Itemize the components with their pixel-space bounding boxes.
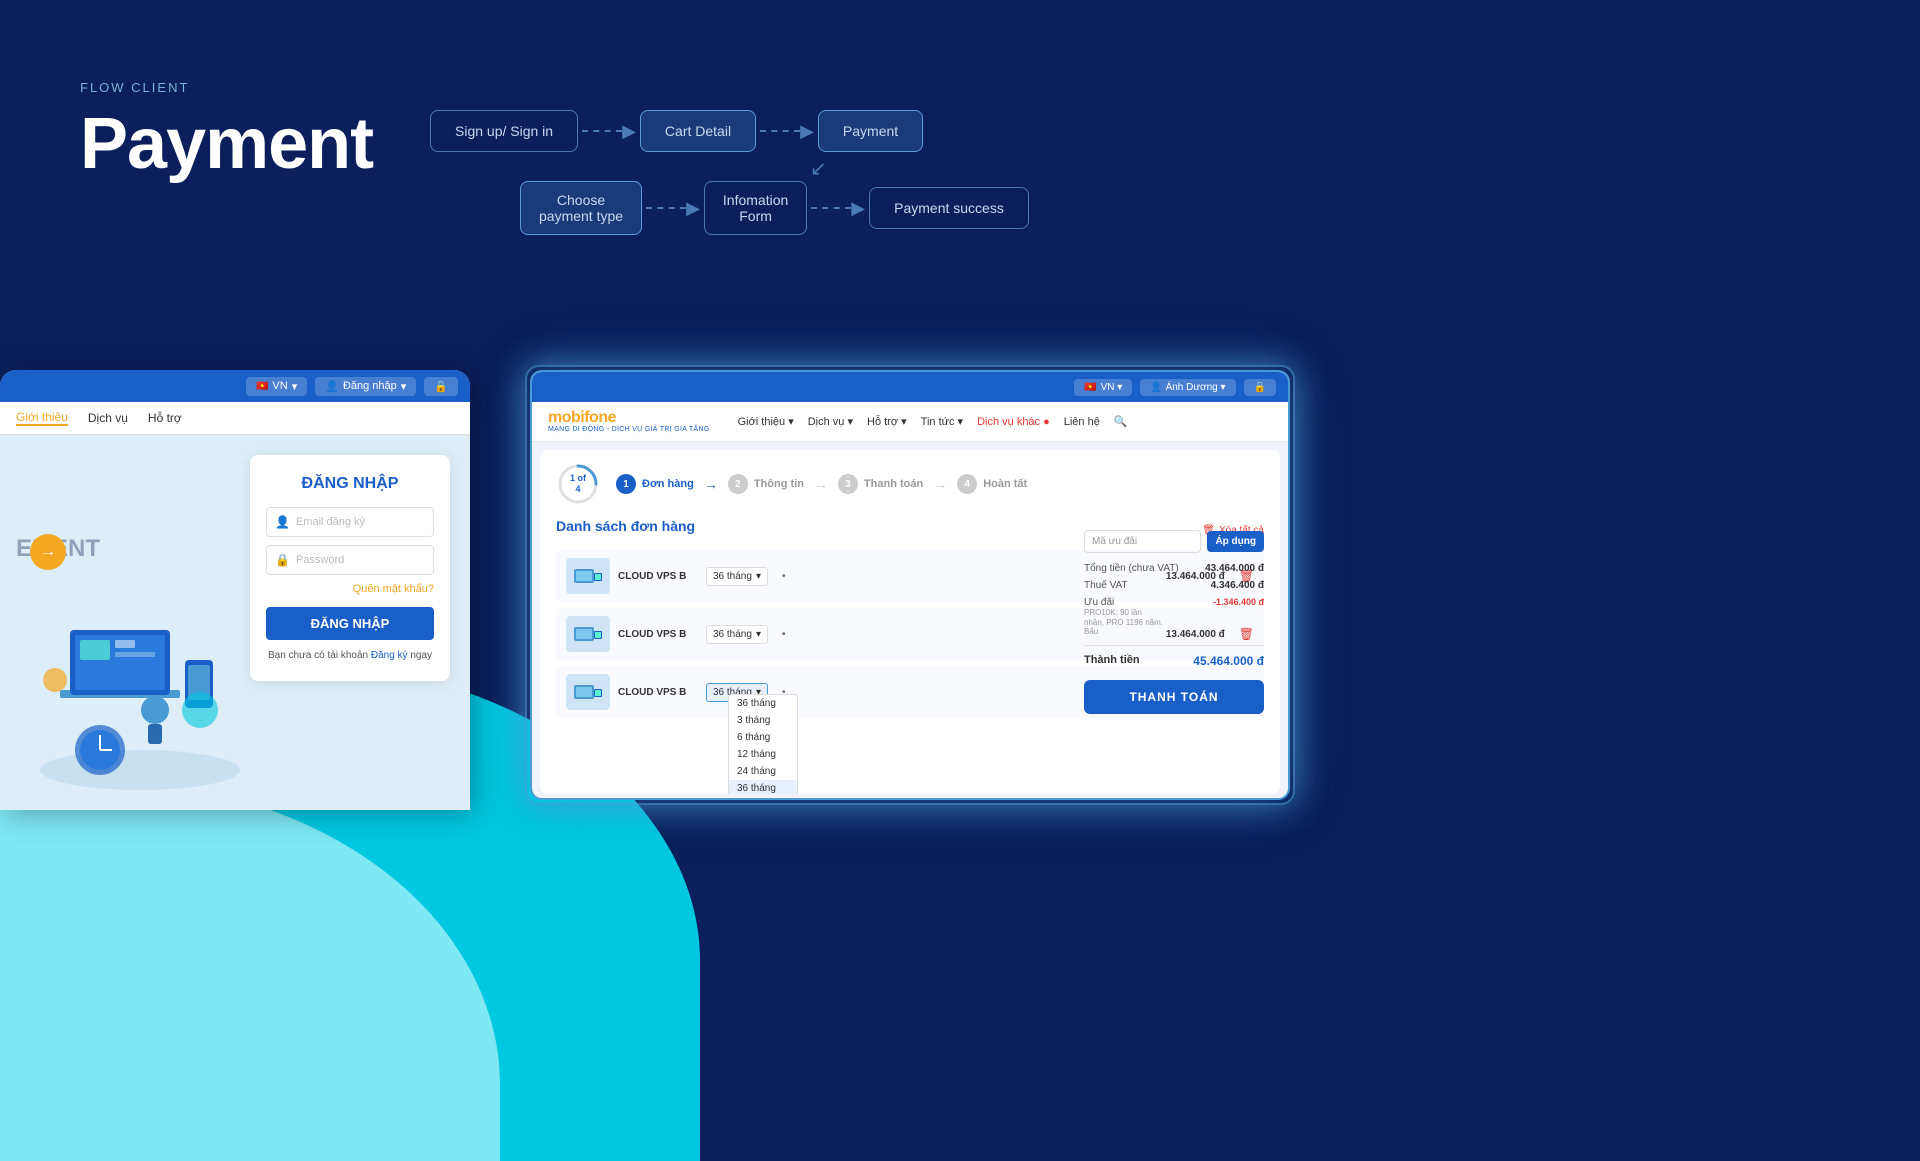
lang-btn[interactable]: 🇻🇳 VN ▾ <box>246 377 307 396</box>
main-lang-btn[interactable]: 🇻🇳 VN ▾ <box>1074 379 1132 396</box>
flow-step-info-form: InfomationForm <box>704 181 807 235</box>
email-icon: 👤 <box>275 515 290 529</box>
nav-dich-vu[interactable]: Dịch vụ ▾ <box>808 415 853 428</box>
main-app-screenshot: 🇻🇳 VN ▾ 👤 Ánh Dương ▾ 🔒 mobifone MẠNG DI… <box>530 370 1290 800</box>
step-thanh-toan: 3 Thanh toán <box>838 474 923 494</box>
register-link[interactable]: Đăng ký <box>371 650 408 661</box>
mobifone-logo: mobifone MẠNG DI ĐỘNG - DỊCH VỤ GIÁ TRỊ … <box>548 410 710 433</box>
password-icon: 🔒 <box>275 553 290 567</box>
progress-text: 1 of4 <box>570 473 586 495</box>
login-nav: Giới thiệu Dịch vụ Hỗ trợ <box>0 402 470 435</box>
main-user-btn[interactable]: 👤 Ánh Dương ▾ <box>1140 379 1235 396</box>
page-title: Payment <box>80 103 373 185</box>
product-name-3: CLOUD VPS B <box>618 687 698 698</box>
progress-circle: 1 of4 <box>556 462 600 506</box>
nav-ho-tro[interactable]: Hỗ trợ ▾ <box>867 415 907 428</box>
vat-row: Thuế VAT 4.346.400 đ <box>1084 580 1264 591</box>
product-name-1: CLOUD VPS B <box>618 571 698 582</box>
header: Flow Client Payment <box>80 80 373 185</box>
section-title: Danh sách đơn hàng <box>556 518 695 534</box>
product-period-1[interactable]: 36 tháng ▾ <box>706 567 768 586</box>
main-top-bar: 🇻🇳 VN ▾ 👤 Ánh Dương ▾ 🔒 <box>532 372 1288 402</box>
main-content: 1 of4 1 Đơn hàng → 2 Thông tin → 3 Thanh… <box>540 450 1280 794</box>
option-36-2[interactable]: 36 tháng <box>729 780 797 794</box>
login-button[interactable]: ĐĂNG NHẬP <box>266 607 434 640</box>
nav-lien-he[interactable]: Liên hệ <box>1064 415 1100 428</box>
option-24[interactable]: 24 tháng <box>729 763 797 780</box>
orange-arrow-btn[interactable]: → <box>30 534 66 570</box>
discount-note: PRO10K: 90 lần nhân, PRO 1196 năm. Bấu <box>1084 608 1164 637</box>
flow-diagram: Sign up/ Sign in ▶ Cart Detail ▶ Payment… <box>430 110 1330 235</box>
flow-step-success: Payment success <box>869 187 1029 229</box>
password-field[interactable]: 🔒 Password <box>266 545 434 575</box>
steps-row: 1 of4 1 Đơn hàng → 2 Thông tin → 3 Thanh… <box>556 462 1264 506</box>
step-arrow-1: → <box>704 476 718 492</box>
main-lock-btn[interactable]: 🔒 <box>1244 379 1276 396</box>
step-thong-tin: 2 Thông tin <box>728 474 804 494</box>
step-arrow-2: → <box>814 476 828 492</box>
pay-button[interactable]: THANH TOÁN <box>1084 680 1264 714</box>
nav-item-intro[interactable]: Giới thiệu <box>16 410 68 426</box>
register-prompt: Bạn chưa có tài khoản Đăng ký ngay <box>266 650 434 661</box>
login-top-bar: 🇻🇳 VN ▾ 👤 Đăng nhập ▾ 🔒 <box>0 370 470 402</box>
flow-arrow-3: ▶ <box>642 198 704 219</box>
nav-item-support[interactable]: Hỗ trợ <box>148 411 182 425</box>
nav-item-service[interactable]: Dịch vụ <box>88 411 128 425</box>
flow-arrow-1: ▶ <box>578 121 640 142</box>
nav-gioi-thieu[interactable]: Giới thiệu ▾ <box>738 415 794 428</box>
product-img-2 <box>566 616 610 652</box>
flow-step-cart: Cart Detail <box>640 110 756 152</box>
nav-tin-tuc[interactable]: Tin tức ▾ <box>921 415 963 428</box>
product-img-1 <box>566 558 610 594</box>
main-nav-items: Giới thiệu ▾ Dịch vụ ▾ Hỗ trợ ▾ Tin tức … <box>738 415 1128 428</box>
email-field[interactable]: 👤 Email đăng ký <box>266 507 434 537</box>
flow-row-1: Sign up/ Sign in ▶ Cart Detail ▶ Payment <box>430 110 1330 152</box>
flow-row-2: Choosepayment type ▶ InfomationForm ▶ Pa… <box>520 181 1330 235</box>
option-3[interactable]: 3 tháng <box>729 712 797 729</box>
login-body: EMENT → ĐĂNG NHẬP 👤 Email đăng ký 🔒 Pass… <box>0 435 470 810</box>
product-img-3 <box>566 674 610 710</box>
apply-btn[interactable]: Áp dụng <box>1207 531 1264 552</box>
login-top-btn[interactable]: 👤 Đăng nhập ▾ <box>315 377 416 396</box>
step-hoan-tat: 4 Hoàn tất <box>957 474 1027 494</box>
option-12[interactable]: 12 tháng <box>729 746 797 763</box>
nav-search-icon[interactable]: 🔍 <box>1114 415 1128 428</box>
summary-panel: Mã ưu đãi Áp dụng Tổng tiền (chưa VAT) 4… <box>1084 530 1264 714</box>
step-don-hang: 1 Đơn hàng <box>616 474 694 494</box>
promo-input[interactable]: Mã ưu đãi <box>1084 530 1201 553</box>
product-period-2[interactable]: 36 tháng ▾ <box>706 625 768 644</box>
promo-row: Mã ưu đãi Áp dụng <box>1084 530 1264 553</box>
option-36-1[interactable]: 36 tháng <box>729 695 797 712</box>
total-row: Thành tiền 45.464.000 đ <box>1084 645 1264 668</box>
main-nav-bar: mobifone MẠNG DI ĐỘNG - DỊCH VỤ GIÁ TRỊ … <box>532 402 1288 442</box>
lock-btn[interactable]: 🔒 <box>424 377 458 396</box>
discount-row: Ưu đãi PRO10K: 90 lần nhân, PRO 1196 năm… <box>1084 597 1264 637</box>
flow-step-payment: Payment <box>818 110 923 152</box>
option-6[interactable]: 6 tháng <box>729 729 797 746</box>
steps-list: 1 Đơn hàng → 2 Thông tin → 3 Thanh toán … <box>616 474 1264 494</box>
flow-arrow-2: ▶ <box>756 121 818 142</box>
flow-client-label: Flow Client <box>80 80 373 95</box>
forgot-password-link[interactable]: Quên mật khẩu? <box>266 583 434 595</box>
nav-dich-vu-khac[interactable]: Dịch vụ khác ● <box>977 415 1050 428</box>
curved-arrow: ↙ <box>810 156 1330 181</box>
flow-arrow-4: ▶ <box>807 198 869 219</box>
step-arrow-3: → <box>933 476 947 492</box>
login-screenshot: 🇻🇳 VN ▾ 👤 Đăng nhập ▾ 🔒 Giới thiệu Dịch … <box>0 370 470 810</box>
login-form-title: ĐĂNG NHẬP <box>266 475 434 493</box>
login-form: ĐĂNG NHẬP 👤 Email đăng ký 🔒 Password Quê… <box>250 455 450 681</box>
flow-step-signup: Sign up/ Sign in <box>430 110 578 152</box>
period-dropdown[interactable]: 36 tháng 3 tháng 6 tháng 12 tháng 24 thá… <box>728 694 798 794</box>
flow-step-choose-payment: Choosepayment type <box>520 181 642 235</box>
product-name-2: CLOUD VPS B <box>618 629 698 640</box>
subtotal-row: Tổng tiền (chưa VAT) 43.464.000 đ <box>1084 563 1264 574</box>
